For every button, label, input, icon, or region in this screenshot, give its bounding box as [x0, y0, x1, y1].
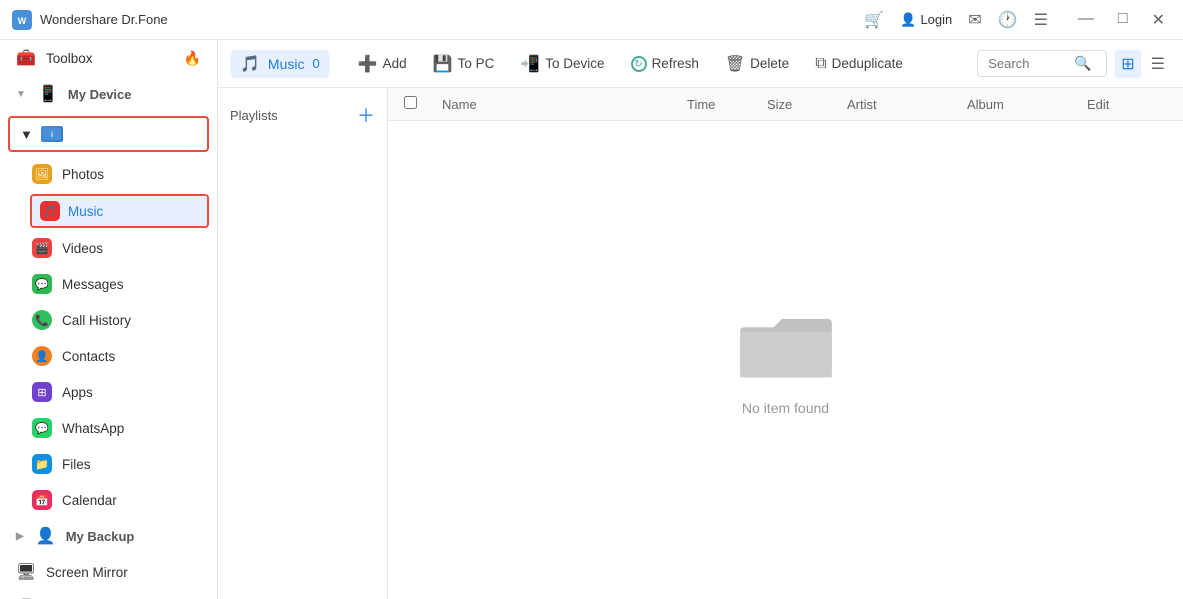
sidebar-item-photos[interactable]: 🖼 Photos: [0, 156, 217, 192]
svg-text:W: W: [18, 16, 27, 26]
sidebar-item-files[interactable]: 📁 Files: [0, 446, 217, 482]
sidebar-item-calendar[interactable]: 📅 Calendar: [0, 482, 217, 518]
refresh-button[interactable]: ↻ Refresh: [619, 50, 711, 78]
empty-message: No item found: [742, 400, 829, 416]
table-header: Name Time Size Artist Album Edit: [388, 88, 1183, 121]
main-layout: 🧰 Toolbox 🔥 ▼ 📱 My Device ▼ i 🖼 Photos: [0, 40, 1183, 599]
folder-icon: [736, 304, 836, 384]
search-icon: 🔍: [1074, 55, 1091, 72]
playlists-panel: Playlists ＋: [218, 88, 388, 599]
deduplicate-button[interactable]: ⧉ Deduplicate: [803, 49, 915, 79]
screen-mirror-icon: 🖥: [16, 562, 36, 582]
delete-button[interactable]: 🗑 Delete: [713, 48, 801, 80]
select-all-checkbox[interactable]: [404, 96, 417, 109]
app-logo: W: [12, 10, 32, 30]
playlists-title: Playlists: [230, 108, 278, 123]
history-icon[interactable]: 🕐: [998, 10, 1018, 30]
toolbar-actions: ➕ Add 💾 To PC 📲 To Device ↻ Refresh: [346, 48, 978, 80]
files-icon: 📁: [32, 454, 52, 474]
body-area: Playlists ＋ Name Time Size Artist Album …: [218, 88, 1183, 599]
sidebar-item-music[interactable]: 🎵 Music: [32, 196, 207, 226]
sidebar-item-toolbox[interactable]: 🧰 Toolbox 🔥: [0, 40, 217, 76]
chevron-icon: ▼: [20, 127, 33, 142]
fire-icon: 🔥: [184, 50, 201, 67]
maximize-button[interactable]: □: [1112, 8, 1134, 32]
view-toggle: ⊞ ☰: [1115, 50, 1171, 78]
sidebar-item-contacts[interactable]: 👤 Contacts: [0, 338, 217, 374]
title-bar-right: 🛒 👤 Login ✉ 🕐 ☰ — □ ✕: [864, 8, 1171, 32]
menu-icon[interactable]: ☰: [1034, 10, 1048, 30]
music-tab[interactable]: 🎵 Music 0: [230, 50, 330, 78]
login-button[interactable]: 👤 Login: [900, 12, 952, 28]
photos-icon: 🖼: [32, 164, 52, 184]
column-edit: Edit: [1087, 97, 1167, 112]
device-icon: 📱: [38, 84, 58, 104]
title-bar: W Wondershare Dr.Fone 🛒 👤 Login ✉ 🕐 ☰ — …: [0, 0, 1183, 40]
chevron-down-icon: ▼: [16, 89, 26, 100]
sidebar-item-phone-companion[interactable]: 📱 Phone Companion: [0, 590, 217, 599]
app-title: Wondershare Dr.Fone: [40, 12, 168, 27]
sidebar-item-screen-mirror[interactable]: 🖥 Screen Mirror: [0, 554, 217, 590]
toolbar: 🎵 Music 0 ➕ Add 💾 To PC 📲 To Dev: [218, 40, 1183, 88]
column-size: Size: [767, 97, 847, 112]
delete-icon: 🗑: [725, 54, 745, 74]
music-tab-label: Music: [268, 56, 305, 72]
refresh-icon: ↻: [631, 56, 647, 72]
close-button[interactable]: ✕: [1146, 8, 1171, 32]
add-icon: ➕: [358, 54, 378, 74]
grid-view-button[interactable]: ⊞: [1115, 50, 1140, 78]
to-pc-button[interactable]: 💾 To PC: [421, 48, 507, 80]
search-input[interactable]: [988, 56, 1068, 71]
backup-icon: 👤: [36, 526, 56, 546]
sidebar-item-apps[interactable]: ⊞ Apps: [0, 374, 217, 410]
mail-icon[interactable]: ✉: [968, 10, 981, 30]
content-right: Name Time Size Artist Album Edit No item: [388, 88, 1183, 599]
contacts-icon: 👤: [32, 346, 52, 366]
chevron-right-icon: ▶: [16, 531, 24, 542]
to-device-button[interactable]: 📲 To Device: [508, 48, 616, 80]
sidebar-item-videos[interactable]: 🎬 Videos: [0, 230, 217, 266]
svg-text:i: i: [51, 132, 53, 139]
toolbox-icon: 🧰: [16, 48, 36, 68]
column-album: Album: [967, 97, 1087, 112]
cart-icon[interactable]: 🛒: [864, 10, 884, 30]
playlists-header: Playlists ＋: [218, 96, 387, 134]
device-box: ▼ i: [8, 116, 209, 152]
add-button[interactable]: ➕ Add: [346, 48, 419, 80]
add-playlist-button[interactable]: ＋: [357, 102, 375, 128]
to-pc-icon: 💾: [433, 54, 453, 74]
minimize-button[interactable]: —: [1072, 8, 1100, 32]
device-logo: i: [41, 126, 63, 142]
messages-icon: 💬: [32, 274, 52, 294]
to-device-icon: 📲: [520, 54, 540, 74]
column-name: Name: [434, 97, 687, 112]
window-controls: — □ ✕: [1072, 8, 1171, 32]
deduplicate-icon: ⧉: [815, 55, 826, 73]
list-view-button[interactable]: ☰: [1145, 50, 1171, 78]
music-icon: 🎵: [40, 201, 60, 221]
music-box: 🎵 Music: [30, 194, 209, 228]
user-icon: 👤: [900, 12, 916, 28]
sidebar: 🧰 Toolbox 🔥 ▼ 📱 My Device ▼ i 🖼 Photos: [0, 40, 218, 599]
search-box[interactable]: 🔍: [977, 50, 1107, 77]
whatsapp-icon: 💬: [32, 418, 52, 438]
music-tab-count: 0: [312, 56, 319, 71]
column-artist: Artist: [847, 97, 967, 112]
column-time: Time: [687, 97, 767, 112]
apps-icon: ⊞: [32, 382, 52, 402]
device-item[interactable]: ▼ i: [10, 120, 207, 148]
empty-state: No item found: [388, 121, 1183, 599]
header-checkbox[interactable]: [404, 96, 434, 112]
content-area: 🎵 Music 0 ➕ Add 💾 To PC 📲 To Dev: [218, 40, 1183, 599]
sidebar-item-call-history[interactable]: 📞 Call History: [0, 302, 217, 338]
title-bar-left: W Wondershare Dr.Fone: [12, 10, 168, 30]
sidebar-item-whatsapp[interactable]: 💬 WhatsApp: [0, 410, 217, 446]
call-history-icon: 📞: [32, 310, 52, 330]
music-tab-icon: 🎵: [240, 54, 260, 74]
sidebar-item-my-device[interactable]: ▼ 📱 My Device: [0, 76, 217, 112]
sidebar-item-messages[interactable]: 💬 Messages: [0, 266, 217, 302]
sidebar-item-my-backup[interactable]: ▶ 👤 My Backup: [0, 518, 217, 554]
calendar-icon: 📅: [32, 490, 52, 510]
videos-icon: 🎬: [32, 238, 52, 258]
